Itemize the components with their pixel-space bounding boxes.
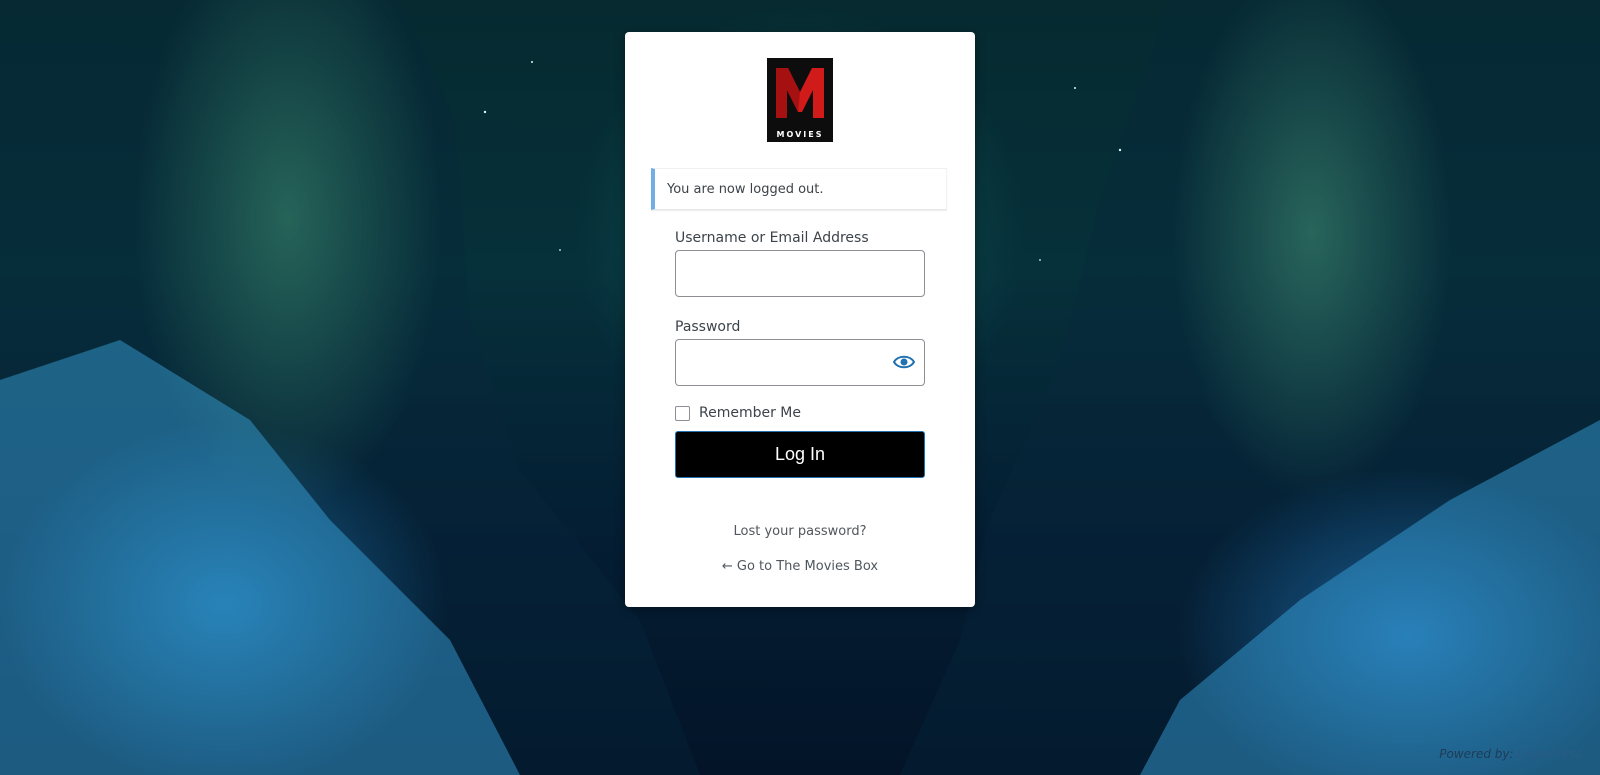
movies-logo-icon — [776, 68, 824, 118]
logo-text: MOVIES — [776, 130, 824, 139]
login-button[interactable]: Log In — [675, 431, 925, 478]
remember-me-label[interactable]: Remember Me — [699, 405, 801, 421]
password-label: Password — [675, 319, 741, 335]
username-input[interactable] — [675, 250, 925, 297]
notice-message: You are now logged out. — [667, 182, 824, 197]
powered-by-brand-link[interactable]: LoginPress — [1517, 747, 1582, 761]
powered-by: Powered by: LoginPress — [1439, 747, 1582, 761]
login-card: MOVIES You are now logged out. Username … — [625, 32, 975, 607]
username-label: Username or Email Address — [675, 230, 869, 246]
powered-by-label: Powered by: — [1439, 747, 1514, 761]
eye-icon[interactable] — [893, 354, 915, 370]
logout-notice: You are now logged out. — [651, 168, 947, 210]
remember-me-checkbox[interactable] — [675, 406, 690, 421]
site-logo[interactable]: MOVIES — [767, 58, 833, 142]
lost-password-link[interactable]: Lost your password? — [625, 524, 975, 539]
back-to-site-link[interactable]: ← Go to The Movies Box — [625, 559, 975, 574]
password-input[interactable] — [675, 339, 925, 386]
